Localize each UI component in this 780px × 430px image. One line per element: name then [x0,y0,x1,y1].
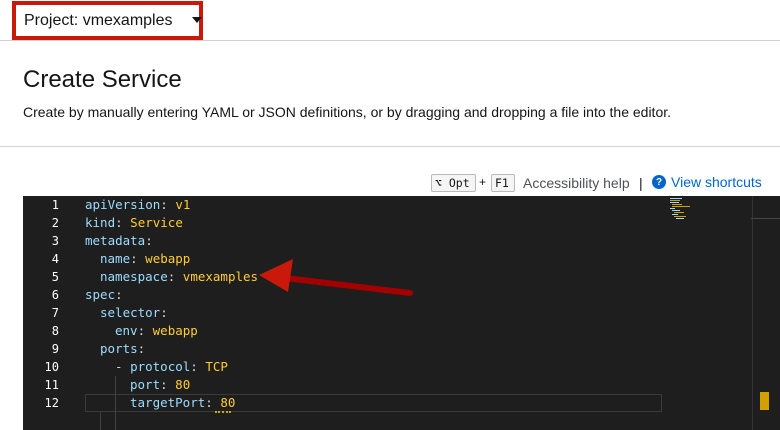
project-bar: Project: vmexamples [0,0,780,41]
yaml-editor[interactable]: 1 2 3 4 5 6 7 8 9 10 11 12 apiVersion: v… [23,196,780,430]
code-line: name: webapp [100,251,191,266]
code-area[interactable]: apiVersion: v1 kind: Service metadata: n… [85,196,662,430]
indent-guide [100,412,101,430]
code-line: kind: Service [85,215,183,230]
code-line: apiVersion: v1 [85,197,191,212]
f1-key-badge: F1 [491,174,515,192]
line-number: 8 [51,324,59,338]
question-circle-icon: ? [652,175,666,189]
line-number: 9 [51,342,59,356]
line-number: 6 [51,288,59,302]
line-number: 5 [51,270,59,284]
indent-guide [115,376,116,430]
scrollbar-border [752,196,753,430]
toolbar-separator: | [639,175,643,191]
editor-minimap[interactable] [668,196,751,226]
page-header: Create Service Create by manually enteri… [0,41,780,147]
line-number: 11 [44,378,59,392]
line-number: 10 [44,360,59,374]
code-line: ports: [100,341,146,356]
editor-toolbar: ⌥ Opt + F1 Accessibility help | ? View s… [0,172,780,194]
code-line: metadata: [85,233,153,248]
line-number: 12 [44,396,59,410]
caret-down-icon [192,17,202,23]
project-selector-label: Project: vmexamples [24,11,173,29]
view-shortcuts-label: View shortcuts [671,174,762,190]
line-number: 2 [51,216,59,230]
scrollbar-marker[interactable] [760,392,769,410]
view-shortcuts-link[interactable]: ? View shortcuts [652,174,762,190]
line-number: 4 [51,252,59,266]
line-number: 3 [51,234,59,248]
code-line: spec: [85,287,123,302]
code-line: env: webapp [115,323,198,338]
accessibility-help-text: Accessibility help [523,175,630,191]
plus-sign: + [479,175,487,189]
page-description: Create by manually entering YAML or JSON… [23,104,672,120]
project-selector-dropdown[interactable]: Project: vmexamples [12,1,203,40]
code-line: selector: [100,305,168,320]
code-line: port: 80 [130,377,191,392]
warning-squiggle [215,410,231,413]
line-number: 7 [51,306,59,320]
line-number: 1 [51,198,59,212]
overview-ruler-line [751,218,780,219]
page-title: Create Service [23,66,182,93]
code-line-namespace: namespace: vmexamples [100,269,259,284]
option-key-badge: ⌥ Opt [431,174,476,192]
code-line: - protocol: TCP [115,359,228,374]
line-number-gutter: 1 2 3 4 5 6 7 8 9 10 11 12 [23,196,85,430]
